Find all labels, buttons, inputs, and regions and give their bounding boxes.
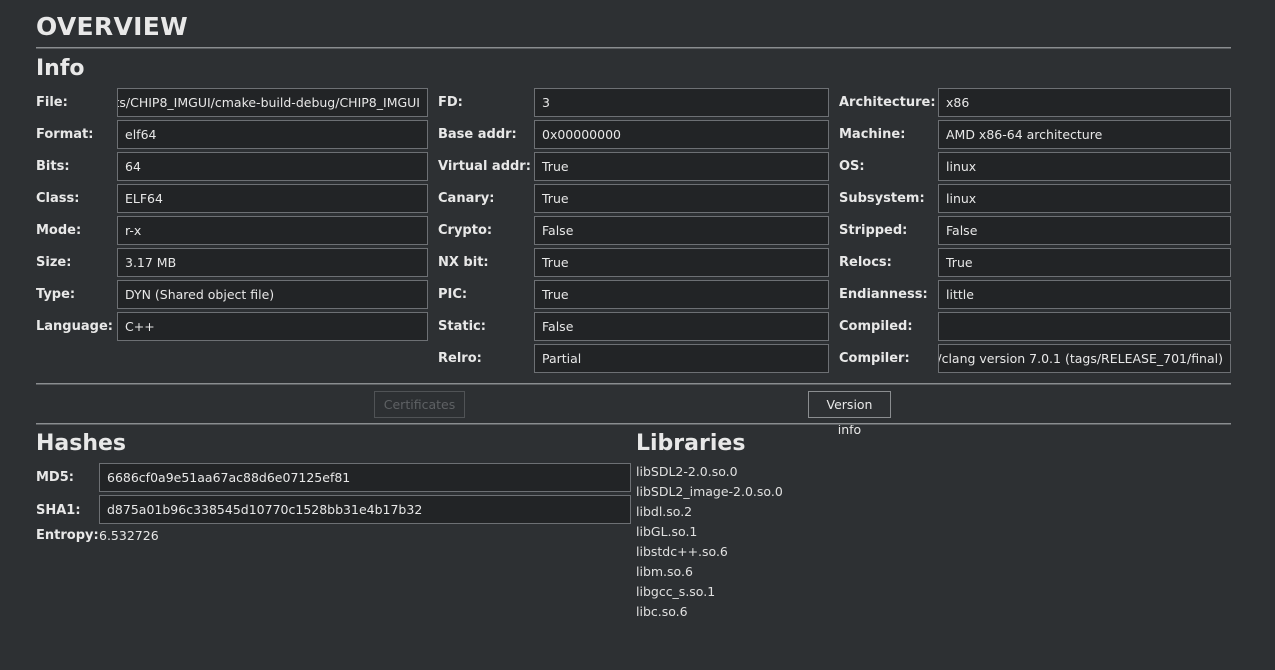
crypto-label: Crypto:: [438, 223, 493, 238]
page-title: OVERVIEW: [36, 12, 188, 41]
list-item: libSDL2-2.0.so.0: [636, 464, 738, 479]
sha1-label: SHA1:: [36, 503, 81, 518]
divider: [36, 423, 1231, 425]
language-label: Language:: [36, 319, 113, 334]
language-field[interactable]: C++: [117, 312, 428, 341]
entropy-value: 6.532726: [99, 528, 159, 543]
architecture-label: Architecture:: [839, 95, 936, 110]
list-item: libm.so.6: [636, 564, 693, 579]
fd-label: FD:: [438, 95, 463, 110]
subsystem-label: Subsystem:: [839, 191, 925, 206]
canary-label: Canary:: [438, 191, 495, 206]
type-label: Type:: [36, 287, 76, 302]
md5-label: MD5:: [36, 470, 74, 485]
nx-bit-field[interactable]: True: [534, 248, 829, 277]
list-item: libdl.so.2: [636, 504, 693, 519]
machine-label: Machine:: [839, 127, 906, 142]
compiler-label: Compiler:: [839, 351, 910, 366]
certificates-button[interactable]: Certificates: [374, 391, 465, 418]
md5-field[interactable]: 6686cf0a9e51aa67ac88d6e07125ef81: [99, 463, 631, 492]
hashes-heading: Hashes: [36, 431, 127, 456]
list-item: libGL.so.1: [636, 524, 698, 539]
stripped-field[interactable]: False: [938, 216, 1231, 245]
mode-field[interactable]: r-x: [117, 216, 428, 245]
canary-field[interactable]: True: [534, 184, 829, 213]
crypto-field[interactable]: False: [534, 216, 829, 245]
static-label: Static:: [438, 319, 486, 334]
list-item: libc.so.6: [636, 604, 688, 619]
list-item: libSDL2_image-2.0.so.0: [636, 484, 783, 499]
os-field[interactable]: linux: [938, 152, 1231, 181]
fd-field[interactable]: 3: [534, 88, 829, 117]
compiled-field[interactable]: [938, 312, 1231, 341]
pic-field[interactable]: True: [534, 280, 829, 309]
file-label: File:: [36, 95, 68, 110]
subsystem-field[interactable]: linux: [938, 184, 1231, 213]
pic-label: PIC:: [438, 287, 468, 302]
format-label: Format:: [36, 127, 94, 142]
class-label: Class:: [36, 191, 80, 206]
info-heading: Info: [36, 56, 85, 81]
architecture-field[interactable]: x86: [938, 88, 1231, 117]
compiled-label: Compiled:: [839, 319, 913, 334]
os-label: OS:: [839, 159, 865, 174]
compiler-field[interactable]: GCC: (GNU) 8.2.1 20181127/clang version …: [938, 344, 1231, 373]
format-field[interactable]: elf64: [117, 120, 428, 149]
base-addr-field[interactable]: 0x00000000: [534, 120, 829, 149]
divider: [36, 383, 1231, 385]
endianness-label: Endianness:: [839, 287, 928, 302]
relro-label: Relro:: [438, 351, 482, 366]
machine-field[interactable]: AMD x86-64 architecture: [938, 120, 1231, 149]
relocs-label: Relocs:: [839, 255, 892, 270]
stripped-label: Stripped:: [839, 223, 908, 238]
list-item: libgcc_s.so.1: [636, 584, 716, 599]
mode-label: Mode:: [36, 223, 82, 238]
entropy-label: Entropy:: [36, 528, 99, 543]
class-field[interactable]: ELF64: [117, 184, 428, 213]
file-field[interactable]: /home/user/Projects/CHIP8_IMGUI/cmake-bu…: [117, 88, 428, 117]
libraries-heading: Libraries: [636, 431, 746, 456]
list-item: libstdc++.so.6: [636, 544, 728, 559]
bits-label: Bits:: [36, 159, 70, 174]
sha1-field[interactable]: d875a01b96c338545d10770c1528bb31e4b17b32: [99, 495, 631, 524]
bits-field[interactable]: 64: [117, 152, 428, 181]
divider: [36, 47, 1231, 49]
version-info-button[interactable]: Version info: [808, 391, 891, 437]
size-field[interactable]: 3.17 MB: [117, 248, 428, 277]
nx-bit-label: NX bit:: [438, 255, 489, 270]
static-field[interactable]: False: [534, 312, 829, 341]
relro-field[interactable]: Partial: [534, 344, 829, 373]
base-addr-label: Base addr:: [438, 127, 517, 142]
endianness-field[interactable]: little: [938, 280, 1231, 309]
relocs-field[interactable]: True: [938, 248, 1231, 277]
virtual-addr-label: Virtual addr:: [438, 159, 531, 174]
virtual-addr-field[interactable]: True: [534, 152, 829, 181]
type-field[interactable]: DYN (Shared object file): [117, 280, 428, 309]
size-label: Size:: [36, 255, 72, 270]
